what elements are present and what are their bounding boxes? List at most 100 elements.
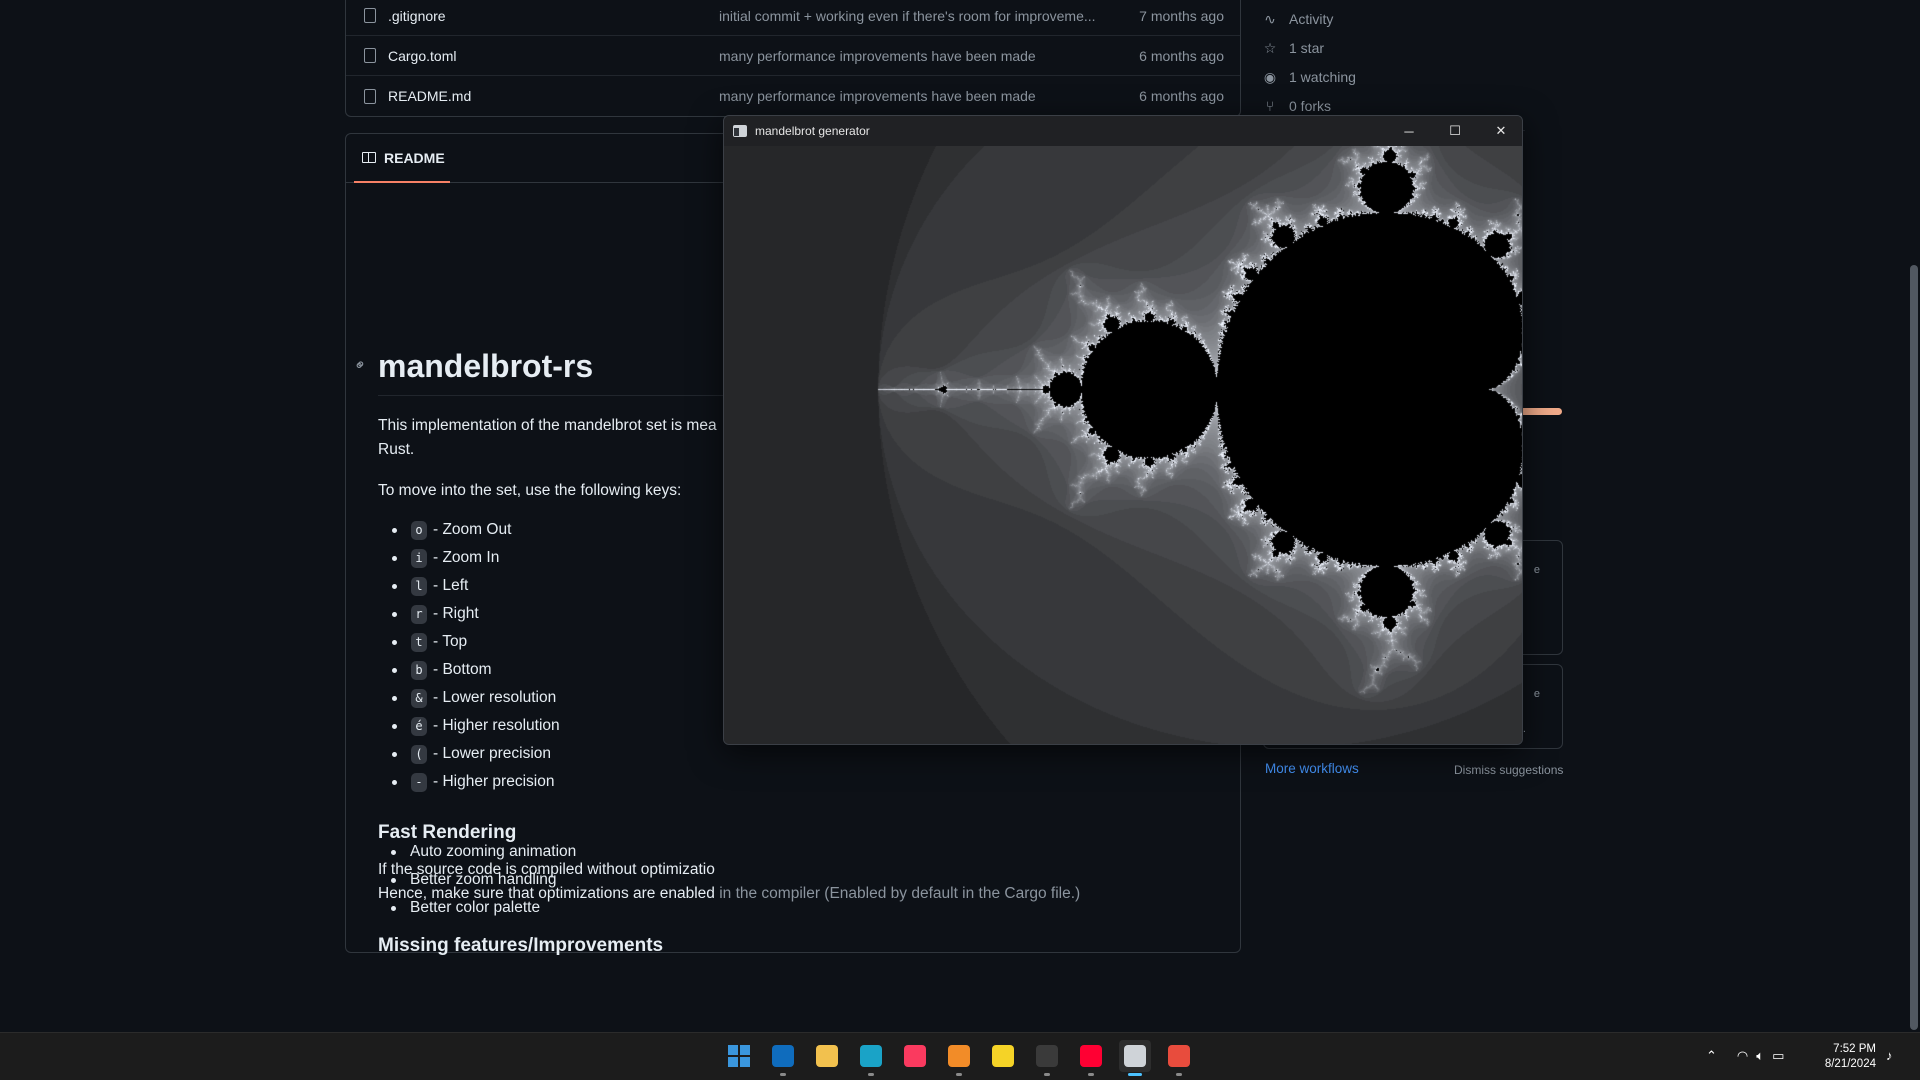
- minimize-button[interactable]: ─: [1386, 116, 1432, 146]
- list-item: & - Lower resolution: [378, 687, 556, 709]
- file-icon: [364, 48, 376, 63]
- list-item: r - Right: [378, 603, 479, 625]
- window-title: mandelbrot generator: [755, 124, 870, 138]
- commit-age: 6 months ago: [1139, 88, 1224, 104]
- key-desc: - Top: [433, 633, 468, 650]
- workflow-card-hint[interactable]: e: [1534, 688, 1540, 700]
- key-desc: - Bottom: [433, 661, 492, 678]
- kbd-key: o: [411, 520, 427, 540]
- clock[interactable]: 7:52 PM 8/21/2024: [1796, 1042, 1876, 1072]
- volume-icon[interactable]: 🔈︎: [1756, 1048, 1764, 1064]
- star-icon: ☆: [1263, 40, 1277, 56]
- taskbar-mandelbrot-app-icon[interactable]: [1119, 1040, 1151, 1076]
- taskbar-youtube-icon[interactable]: [1075, 1040, 1107, 1076]
- fork-icon: ⑂: [1265, 98, 1275, 114]
- system-tray: ⌃ ◠ 🔈︎ ▭: [1706, 1032, 1784, 1080]
- anchor-link-icon[interactable]: ⚭: [349, 354, 371, 376]
- kbd-key: i: [411, 548, 427, 568]
- file-icon: [364, 88, 376, 104]
- dismiss-suggestions-link[interactable]: Dismiss suggestions: [1454, 763, 1563, 777]
- sidebar-stars-label: 1 star: [1289, 40, 1325, 56]
- list-item: o - Zoom Out: [378, 519, 511, 541]
- book-icon: [362, 152, 376, 163]
- taskbar-start-icon[interactable]: [723, 1040, 755, 1072]
- mandelbrot-canvas[interactable]: [724, 146, 1522, 744]
- intro-text: This implementation of the mandelbrot se…: [378, 417, 717, 434]
- sidebar-activity[interactable]: ∿ Activity: [1263, 9, 1333, 29]
- sidebar-activity-label: Activity: [1289, 11, 1334, 27]
- commit-message[interactable]: many performance improvements have been …: [719, 88, 1105, 104]
- kbd-key: t: [411, 632, 427, 652]
- kbd-key: b: [411, 660, 427, 680]
- key-desc: - Lower resolution: [433, 689, 557, 706]
- tab-readme[interactable]: README: [354, 134, 450, 183]
- key-desc: - Zoom In: [433, 549, 500, 566]
- list-item: b - Bottom: [378, 659, 492, 681]
- intro-text-2: Rust.: [378, 441, 415, 458]
- sidebar-watching-label: 1 watching: [1289, 69, 1356, 85]
- kbd-key: &: [411, 688, 427, 708]
- taskbar-app-a-icon[interactable]: [943, 1040, 975, 1076]
- sidebar-forks-label: 0 forks: [1289, 98, 1332, 114]
- missing-item: Better zoom handling: [410, 871, 557, 888]
- taskbar-paint-icon[interactable]: [1163, 1040, 1195, 1076]
- taskbar-outlook-icon[interactable]: [767, 1040, 799, 1076]
- taskbar-edge-icon[interactable]: [855, 1040, 887, 1076]
- file-name[interactable]: Cargo.toml: [388, 48, 456, 64]
- file-icon: [364, 8, 376, 23]
- taskbar-music-icon[interactable]: [899, 1040, 931, 1072]
- maximize-button[interactable]: ☐: [1432, 116, 1478, 146]
- kbd-key: l: [411, 576, 427, 596]
- taskbar-sticky-notes-icon[interactable]: [987, 1040, 1019, 1072]
- list-item: ( - Lower precision: [378, 743, 551, 765]
- notification-bell-icon[interactable]: ♪: [1886, 1048, 1893, 1063]
- file-name[interactable]: README.md: [388, 88, 471, 104]
- keys-intro: To move into the set, use the following …: [378, 482, 682, 499]
- taskbar-file-explorer-icon[interactable]: [811, 1040, 843, 1072]
- kbd-key: (: [411, 744, 427, 764]
- clock-date: 8/21/2024: [1824, 1058, 1876, 1070]
- tab-readme-label: README: [384, 149, 445, 166]
- list-item: l - Left: [378, 575, 468, 597]
- taskbar-terminal-icon[interactable]: [1031, 1040, 1063, 1076]
- commit-age: 7 months ago: [1139, 7, 1224, 24]
- list-item: t - Top: [378, 631, 467, 653]
- key-desc: - Left: [433, 577, 469, 594]
- key-desc: - Lower precision: [433, 745, 552, 762]
- kbd-key: -: [411, 772, 427, 792]
- file-row[interactable]: README.md many performance improvements …: [346, 76, 1240, 116]
- chevron-up-icon[interactable]: ⌃: [1706, 1048, 1717, 1064]
- window-titlebar[interactable]: mandelbrot generator ─ ☐ ✕: [724, 116, 1522, 146]
- file-row[interactable]: .gitignore initial commit + working even…: [346, 0, 1240, 36]
- list-item: -- Higher precision: [378, 771, 554, 793]
- close-button[interactable]: ✕: [1478, 116, 1522, 146]
- key-desc: - Zoom Out: [433, 521, 512, 538]
- app-window-icon: [733, 125, 747, 137]
- more-workflows-link[interactable]: More workflows: [1265, 761, 1359, 776]
- key-desc: - Higher precision: [433, 773, 555, 790]
- list-item: Better color palette: [377, 897, 540, 919]
- sidebar-stars[interactable]: ☆ 1 star: [1263, 38, 1324, 58]
- wifi-icon[interactable]: ◠: [1737, 1048, 1748, 1064]
- file-name[interactable]: .gitignore: [388, 8, 446, 24]
- workflow-card-hint[interactable]: e: [1534, 564, 1540, 576]
- commit-message[interactable]: initial commit + working even if there's…: [719, 8, 1105, 24]
- list-item: Auto zooming animation: [377, 841, 576, 863]
- readme-title: mandelbrot-rs: [378, 348, 594, 384]
- commit-message[interactable]: many performance improvements have been …: [719, 48, 1105, 64]
- file-row[interactable]: Cargo.toml many performance improvements…: [346, 36, 1240, 76]
- commit-age: 6 months ago: [1139, 47, 1224, 64]
- battery-icon[interactable]: ▭: [1772, 1048, 1784, 1064]
- kbd-key: é: [411, 716, 427, 736]
- scrollbar-thumb[interactable]: [1910, 265, 1918, 1030]
- sidebar-watching[interactable]: ◉ 1 watching: [1263, 67, 1356, 87]
- mandelbrot-window[interactable]: mandelbrot generator ─ ☐ ✕: [723, 115, 1523, 745]
- missing-item: Auto zooming animation: [410, 843, 577, 860]
- eye-icon: ◉: [1263, 69, 1277, 85]
- language-bar: [1520, 408, 1562, 415]
- activity-icon: ∿: [1264, 11, 1276, 27]
- missing-item: Better color palette: [410, 899, 541, 916]
- key-desc: - Higher resolution: [433, 717, 560, 734]
- heading-missing-features: Missing features/Improvements: [378, 935, 664, 956]
- sidebar-forks[interactable]: ⑂ 0 forks: [1263, 96, 1331, 116]
